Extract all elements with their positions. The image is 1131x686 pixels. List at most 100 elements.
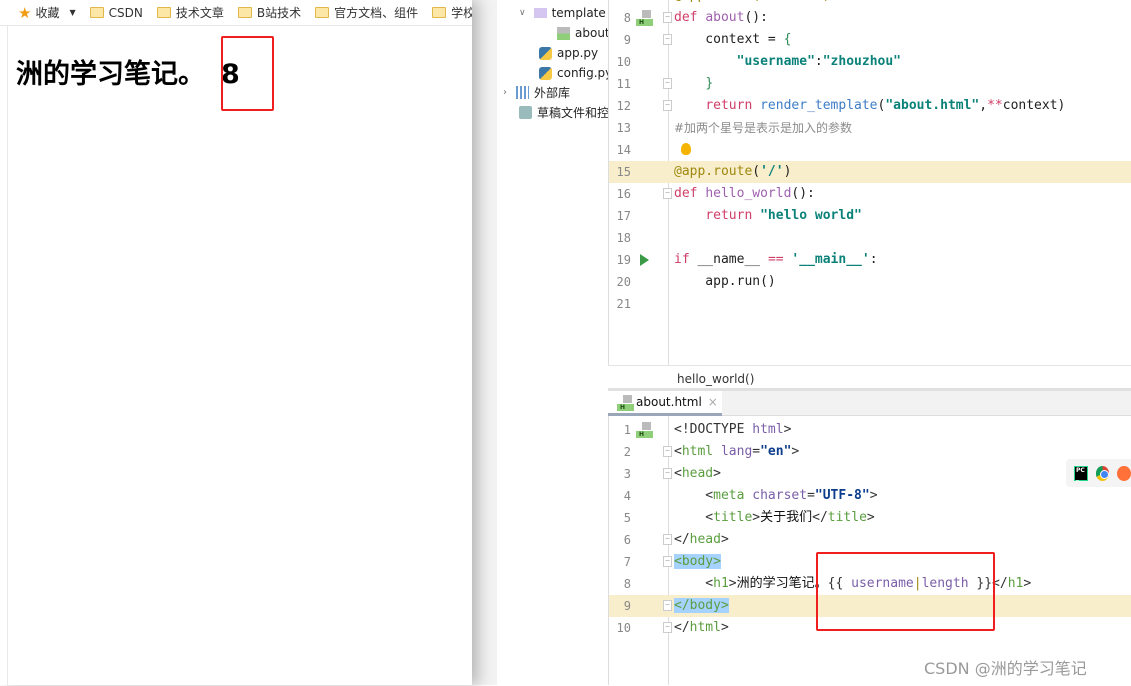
line-number: 7 — [623, 555, 631, 569]
close-icon[interactable]: × — [708, 395, 718, 409]
code-line[interactable]: 6 </head> − — [609, 529, 1131, 551]
code-line[interactable]: 13 #加两个星号是表示是加入的参数 — [609, 117, 1131, 139]
code-token: { — [783, 32, 792, 47]
fold-icon[interactable]: − — [663, 188, 672, 199]
code-token: = — [807, 488, 815, 503]
tree-label: about — [575, 26, 608, 40]
tab-about-html[interactable]: H about.html × — [608, 391, 722, 416]
editor-app-py[interactable]: 7@app.route('/about')8def about():−H9 co… — [608, 0, 1131, 365]
tree-item-config-py[interactable]: config.py — [539, 63, 608, 83]
watermark: CSDN @洲的学习笔记 — [924, 659, 1087, 678]
window-gap — [472, 0, 497, 685]
breadcrumb[interactable]: hello_world() — [608, 365, 1131, 391]
bookmark-school[interactable]: 学校 — [432, 4, 472, 21]
open-in-browser-popup: PC _ — [1066, 459, 1131, 487]
breadcrumb-item[interactable]: hello_world() — [677, 372, 754, 386]
code-line[interactable]: 7 @app.route('/about') — [609, 0, 1131, 7]
browser-window: ★收藏 ▼ CSDN 技术文章 B站技术 官方文档、组件 学校 洲的学习笔记。8 — [0, 0, 472, 686]
code-line[interactable]: 1 <!DOCTYPE html> H — [609, 419, 1131, 441]
pycharm-icon[interactable]: PC _ — [1074, 465, 1088, 481]
code-token: @app.route — [674, 164, 753, 179]
code-token: if — [674, 252, 698, 267]
folder-icon — [432, 7, 447, 18]
bookmark-csdn[interactable]: CSDN — [89, 5, 143, 20]
code-line[interactable]: 15 @app.route('/') — [609, 161, 1131, 183]
code-text: </html> — [674, 617, 729, 639]
code-token: charset — [752, 488, 808, 503]
code-token: title — [827, 510, 867, 525]
bookmark-favorites[interactable]: ★ 收藏 ▼ — [18, 4, 76, 22]
fold-icon[interactable]: − — [663, 78, 672, 89]
tree-item-about[interactable]: about — [557, 23, 608, 43]
fold-icon[interactable]: − — [663, 100, 672, 111]
code-text: </body> — [674, 595, 729, 617]
dropdown-arrow-icon[interactable]: ▼ — [69, 8, 75, 17]
code-token: > — [866, 510, 875, 525]
code-line[interactable]: 19 if __name__ == '__main__': — [609, 249, 1131, 271]
chevron-right-icon[interactable]: › — [503, 87, 507, 98]
bookmark-bilibili-tech[interactable]: B站技术 — [237, 4, 302, 21]
lightbulb-icon[interactable] — [681, 143, 691, 155]
tree-item-templates[interactable]: ∨ template — [519, 3, 606, 23]
html-file-icon — [557, 26, 570, 40]
chevron-down-icon[interactable]: ∨ — [519, 8, 526, 18]
code-line[interactable]: 11 } − — [609, 73, 1131, 95]
code-token: ** — [987, 98, 1003, 113]
code-token: "username" — [736, 54, 815, 69]
code-text: #加两个星号是表示是加入的参数 — [674, 117, 852, 140]
fold-icon[interactable]: − — [663, 534, 672, 545]
fold-icon[interactable]: − — [663, 622, 672, 633]
code-line[interactable]: 4 <meta charset="UTF-8"> — [609, 485, 1131, 507]
code-line[interactable]: 8 def about(): − H — [609, 7, 1131, 29]
code-line[interactable]: 20 app.run() — [609, 271, 1131, 293]
bookmarks-bar: ★收藏 ▼ CSDN 技术文章 B站技术 官方文档、组件 学校 — [0, 0, 472, 26]
code-token: ( — [752, 164, 761, 179]
code-line[interactable]: 18 — [609, 227, 1131, 249]
bookmark-label: B站技术 — [256, 6, 302, 20]
editor-tab-bar: H about.html × — [608, 391, 1131, 416]
tree-item-scratches[interactable]: 草稿文件和控 — [519, 102, 608, 122]
bookmark-official-docs[interactable]: 官方文档、组件 — [315, 4, 418, 21]
fold-icon[interactable]: − — [663, 468, 672, 479]
code-line[interactable]: 2 <html lang="en"> − — [609, 441, 1131, 463]
fold-icon[interactable]: − — [663, 12, 672, 23]
code-line[interactable]: 17 return "hello world" — [609, 205, 1131, 227]
bookmark-label: CSDN — [108, 5, 143, 20]
code-line[interactable]: 12 return render_template("about.html",*… — [609, 95, 1131, 117]
tree-item-external-libs[interactable]: › 外部库 — [503, 82, 570, 102]
code-line[interactable]: 5 <title>关于我们</title> — [609, 507, 1131, 529]
fold-icon[interactable]: − — [663, 34, 672, 45]
line-number: 10 — [616, 621, 631, 635]
code-line[interactable]: 14 — [609, 139, 1131, 161]
bookmark-label: 官方文档、组件 — [334, 6, 419, 20]
code-token: "hello world" — [760, 208, 862, 223]
chrome-icon[interactable] — [1095, 465, 1110, 481]
code-token: </body> — [674, 598, 729, 613]
fold-icon[interactable]: − — [663, 600, 672, 611]
line-number: 19 — [616, 253, 631, 267]
code-line[interactable]: 9 context = {− — [609, 29, 1131, 51]
run-icon[interactable] — [640, 254, 649, 266]
code-token: } — [705, 76, 714, 91]
code-token: return — [705, 208, 761, 223]
html-template-icon[interactable]: H — [636, 10, 653, 26]
line-number: 13 — [616, 121, 631, 135]
fold-icon[interactable]: − — [663, 556, 672, 567]
tab-label: about.html — [636, 395, 702, 409]
tree-item-app-py[interactable]: app.py — [539, 43, 598, 63]
code-token: > — [752, 510, 761, 525]
firefox-icon[interactable] — [1117, 465, 1131, 481]
editor-about-html[interactable]: 1 <!DOCTYPE html> H 2 <html lang="en"> −3 <hea… — [608, 416, 1131, 685]
fold-icon[interactable]: − — [663, 446, 672, 457]
code-line[interactable]: 21 — [609, 293, 1131, 315]
code-line[interactable]: 3 <head> − — [609, 463, 1131, 485]
line-number: 10 — [616, 55, 631, 69]
code-line[interactable]: 16 def hello_world(): − — [609, 183, 1131, 205]
code-token: > — [720, 620, 729, 635]
highlight-box — [221, 36, 274, 111]
code-line[interactable]: 10 "username":"zhouzhou" — [609, 51, 1131, 73]
bookmark-tech-articles[interactable]: 技术文章 — [156, 4, 224, 21]
code-token: </ — [674, 620, 690, 635]
